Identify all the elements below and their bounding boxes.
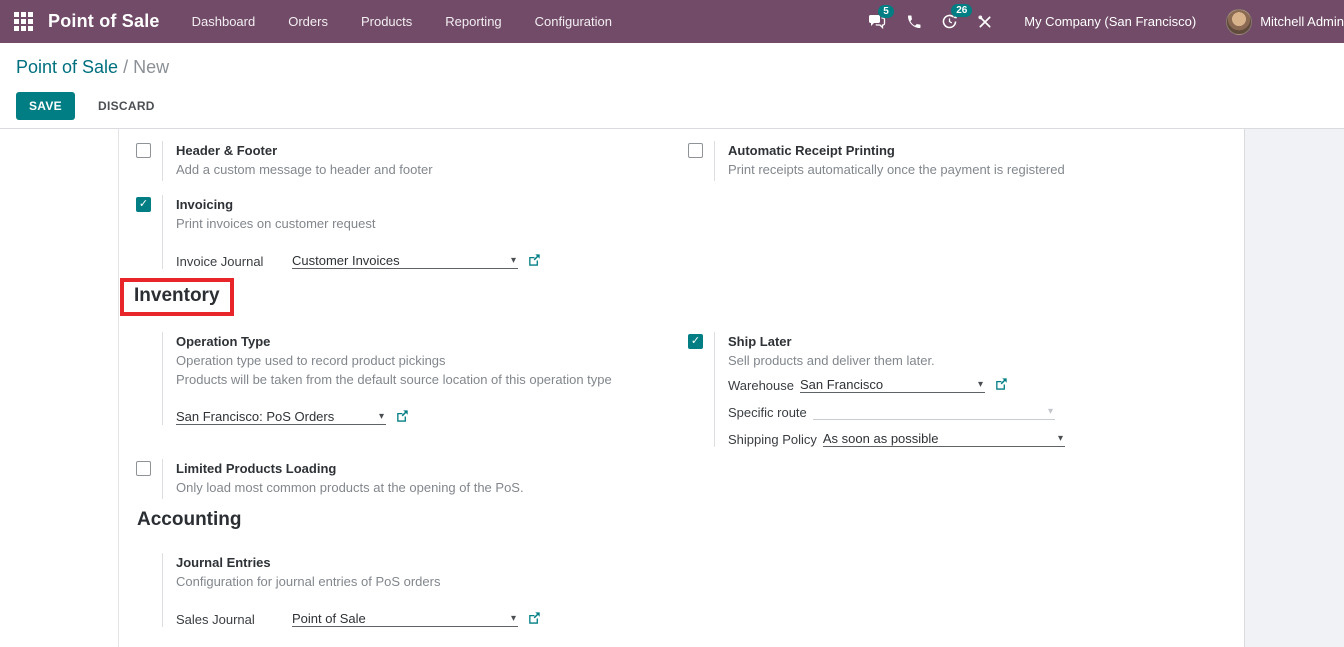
activities-badge: 26 <box>951 4 972 17</box>
setting-invoicing: ✓ Invoicing Print invoices on customer r… <box>136 195 666 269</box>
header-footer-checkbox[interactable]: ✓ <box>136 143 151 158</box>
setting-title[interactable]: Invoicing <box>176 195 541 214</box>
tools-icon <box>977 14 993 30</box>
warehouse-label: Warehouse <box>728 378 794 393</box>
dropdown-caret-icon: ▾ <box>1048 405 1055 419</box>
warehouse-external-link[interactable] <box>994 377 1008 393</box>
sales-journal-select[interactable]: Point of Sale ▾ <box>292 607 518 627</box>
setting-title[interactable]: Header & Footer <box>176 141 433 160</box>
activities-button[interactable]: 26 <box>941 13 958 30</box>
invoice-journal-label: Invoice Journal <box>176 254 292 269</box>
app-title[interactable]: Point of Sale <box>48 11 160 32</box>
breadcrumb-current: New <box>133 57 169 77</box>
breadcrumb-parent[interactable]: Point of Sale <box>16 57 118 77</box>
shipping-policy-select[interactable]: As soon as possible ▾ <box>823 427 1065 447</box>
setting-title: Journal Entries <box>176 553 541 572</box>
company-switcher[interactable]: My Company (San Francisco) <box>1024 14 1196 29</box>
external-link-icon <box>527 611 541 625</box>
limited-products-checkbox[interactable]: ✓ <box>136 461 151 476</box>
invoice-journal-select[interactable]: Customer Invoices ▾ <box>292 249 518 269</box>
ship-later-checkbox[interactable]: ✓ <box>688 334 703 349</box>
menu-products[interactable]: Products <box>361 14 412 29</box>
invoice-journal-external-link[interactable] <box>527 253 541 269</box>
setting-description: Configuration for journal entries of PoS… <box>176 572 541 591</box>
sheet-outside-background <box>1244 129 1344 647</box>
external-link-icon <box>994 377 1008 391</box>
menu-orders[interactable]: Orders <box>288 14 328 29</box>
warehouse-select[interactable]: San Francisco ▾ <box>800 373 985 393</box>
messages-badge: 5 <box>878 5 894 18</box>
setting-description: Print receipts automatically once the pa… <box>728 160 1065 179</box>
auto-receipt-checkbox[interactable]: ✓ <box>688 143 703 158</box>
external-link-icon <box>527 253 541 267</box>
action-bar: SAVE DISCARD <box>0 78 1344 132</box>
setting-ship-later: ✓ Ship Later Sell products and deliver t… <box>688 332 1088 447</box>
setting-description: Only load most common products at the op… <box>176 478 524 497</box>
specific-route-label: Specific route <box>728 405 807 420</box>
user-avatar[interactable] <box>1226 9 1252 35</box>
sales-journal-label: Sales Journal <box>176 612 292 627</box>
app-menu: Dashboard Orders Products Reporting Conf… <box>192 14 612 29</box>
specific-route-select[interactable]: ▾ <box>813 400 1055 420</box>
setting-description: Add a custom message to header and foote… <box>176 160 433 179</box>
operation-type-select[interactable]: San Francisco: PoS Orders ▾ <box>176 405 386 425</box>
section-heading-inventory: Inventory <box>120 278 234 316</box>
settings-sheet: ✓ Header & Footer Add a custom message t… <box>0 128 1344 647</box>
setting-description: Products will be taken from the default … <box>176 370 612 389</box>
top-navbar: Point of Sale Dashboard Orders Products … <box>0 0 1344 43</box>
external-link-icon <box>395 409 409 423</box>
dropdown-caret-icon: ▾ <box>978 378 985 392</box>
user-menu[interactable]: Mitchell Admin <box>1260 14 1344 29</box>
dropdown-caret-icon: ▾ <box>379 410 386 424</box>
setting-title[interactable]: Ship Later <box>728 332 1088 351</box>
invoicing-checkbox[interactable]: ✓ <box>136 197 151 212</box>
dropdown-caret-icon: ▾ <box>1058 432 1065 446</box>
apps-grid-icon <box>14 12 33 31</box>
navbar-right: 5 26 My Company (San Francisco) Mitchell… <box>868 9 1344 35</box>
menu-dashboard[interactable]: Dashboard <box>192 14 256 29</box>
operation-type-external-link[interactable] <box>395 409 409 425</box>
setting-title: Operation Type <box>176 332 612 351</box>
breadcrumb: Point of Sale / New <box>0 43 1344 78</box>
setting-description: Operation type used to record product pi… <box>176 351 612 370</box>
tools-button[interactable] <box>977 14 993 30</box>
setting-description: Sell products and deliver them later. <box>728 351 1088 370</box>
dropdown-caret-icon: ▾ <box>511 254 518 268</box>
setting-limited-products: ✓ Limited Products Loading Only load mos… <box>136 459 666 499</box>
section-heading-accounting: Accounting <box>137 509 242 531</box>
setting-journal-entries: Journal Entries Configuration for journa… <box>136 553 696 627</box>
discard-button[interactable]: DISCARD <box>88 92 165 120</box>
setting-description: Print invoices on customer request <box>176 214 541 233</box>
setting-operation-type: Operation Type Operation type used to re… <box>136 332 696 425</box>
menu-configuration[interactable]: Configuration <box>535 14 612 29</box>
sales-journal-external-link[interactable] <box>527 611 541 627</box>
breadcrumb-separator: / <box>123 57 128 77</box>
sheet-left-border <box>118 129 119 647</box>
dropdown-caret-icon: ▾ <box>511 612 518 626</box>
setting-auto-receipt: ✓ Automatic Receipt Printing Print recei… <box>688 141 1228 181</box>
save-button[interactable]: SAVE <box>16 92 75 120</box>
shipping-policy-label: Shipping Policy <box>728 432 817 447</box>
setting-title[interactable]: Limited Products Loading <box>176 459 524 478</box>
phone-button[interactable] <box>906 14 922 30</box>
apps-menu-button[interactable] <box>0 12 48 31</box>
setting-header-footer: ✓ Header & Footer Add a custom message t… <box>136 141 666 181</box>
messages-button[interactable]: 5 <box>868 14 887 30</box>
phone-icon <box>906 14 922 30</box>
menu-reporting[interactable]: Reporting <box>445 14 501 29</box>
setting-title[interactable]: Automatic Receipt Printing <box>728 141 1065 160</box>
